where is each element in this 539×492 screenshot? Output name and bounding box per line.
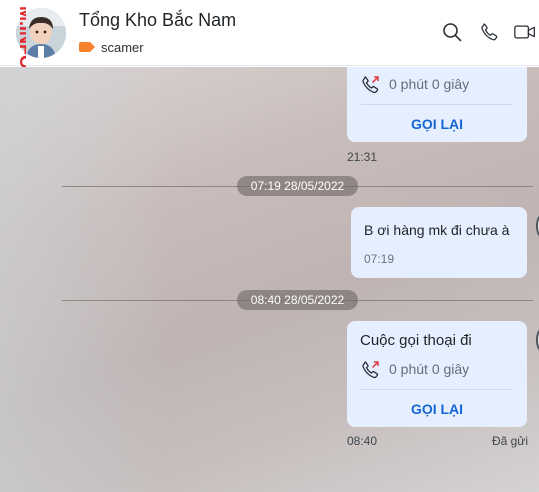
video-call-icon (514, 25, 535, 39)
search-icon (443, 23, 462, 42)
tag-icon (79, 42, 95, 52)
date-separator: 08:40 28/05/2022 (237, 290, 358, 310)
search-button[interactable] (440, 20, 464, 44)
message-time: 08:40 (347, 434, 378, 448)
conversation-area[interactable]: 0 phút 0 giây GỌI LẠI 21:31 07:19 28/05/… (0, 67, 539, 492)
message-bubble[interactable]: B ơi hàng mk đi chưa à 07:19 (351, 207, 527, 278)
call-back-button[interactable]: GỌI LẠI (347, 401, 527, 417)
call-duration: 0 phút 0 giây (389, 76, 470, 92)
call-title: Cuộc gọi thoại đi (360, 332, 472, 349)
date-separator: 07:19 28/05/2022 (237, 176, 358, 196)
missed-call-icon (362, 76, 379, 94)
tag-label: scamer (101, 39, 144, 55)
message-time: 07:19 (364, 252, 395, 266)
video-call-button[interactable] (513, 20, 537, 44)
call-bubble[interactable]: Cuộc gọi thoại đi 0 phút 0 giây GỌI LẠI (347, 321, 527, 427)
call-bubble[interactable]: 0 phút 0 giây GỌI LẠI (347, 67, 527, 142)
call-duration: 0 phút 0 giây (389, 361, 470, 377)
contact-name[interactable]: Tổng Kho Bắc Nam (79, 10, 236, 31)
chat-header: M.INFO Tổng Kho Bắc Nam scamer (0, 0, 539, 69)
svg-text:M.INFO: M.INFO (16, 6, 26, 69)
bubble-divider (361, 389, 513, 390)
call-duration-row: 0 phút 0 giây (361, 359, 469, 379)
message-status: Đã gửi (491, 434, 528, 448)
message-time: 21:31 (347, 150, 378, 164)
missed-call-icon (362, 361, 379, 379)
contact-tag[interactable]: scamer (79, 39, 144, 55)
call-back-button[interactable]: GỌI LẠI (347, 116, 527, 132)
voice-call-button[interactable] (477, 20, 501, 44)
call-duration-row: 0 phút 0 giây (361, 74, 469, 94)
message-text: B ơi hàng mk đi chưa à (364, 222, 510, 238)
phone-icon (481, 23, 498, 41)
bubble-divider (361, 104, 513, 105)
